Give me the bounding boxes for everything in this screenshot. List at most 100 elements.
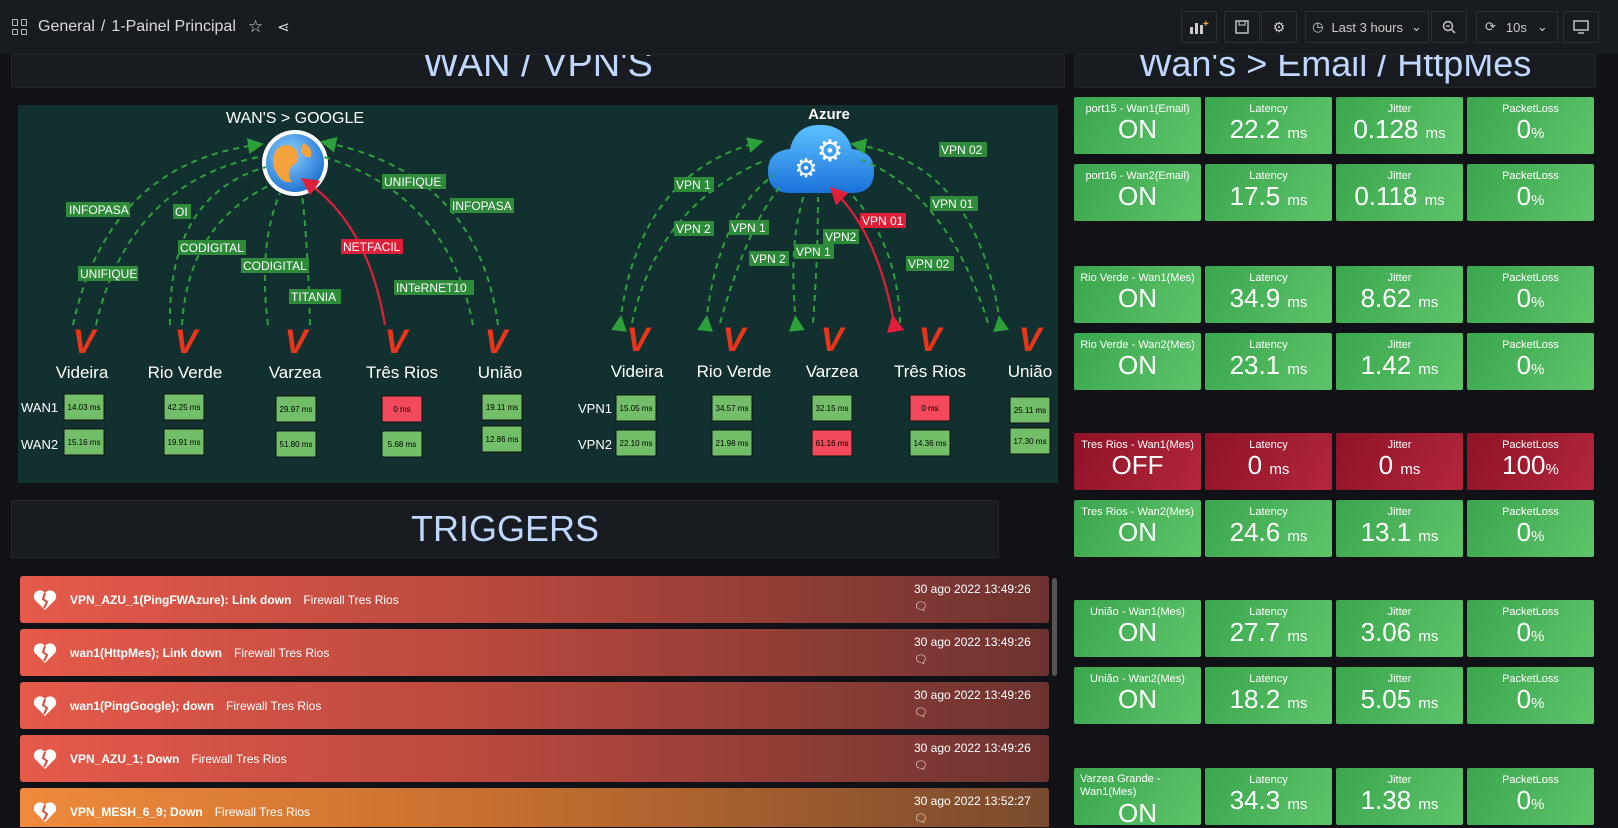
azure-cloud-icon: ⚙ ⚙ bbox=[768, 124, 874, 193]
ms-unit: ms bbox=[1287, 125, 1308, 142]
stat-status: ON bbox=[1118, 350, 1157, 380]
comment-icon[interactable]: 🗨 bbox=[914, 600, 1037, 613]
star-icon[interactable]: ☆ bbox=[248, 17, 263, 37]
latency-value: 0 bbox=[1247, 450, 1263, 480]
google-title: WAN'S > GOOGLE bbox=[226, 110, 364, 127]
status-card: Varzea Grande - Wan1(Mes) ON bbox=[1074, 768, 1201, 827]
trigger-host: Firewall Tres Rios bbox=[191, 751, 287, 766]
svg-text:+: + bbox=[1203, 19, 1209, 30]
vpn1-value: 25.11 ms bbox=[1014, 406, 1046, 415]
svg-text:⚙: ⚙ bbox=[817, 135, 844, 168]
wan-link-label-alarm: NETFACIL bbox=[343, 240, 401, 254]
svg-text:⚙: ⚙ bbox=[794, 153, 817, 183]
wan1-value-alarm: 0 ms bbox=[393, 405, 410, 414]
jitter-card: Jitter 1.42 ms bbox=[1336, 333, 1463, 390]
latency-value: 23.1 bbox=[1229, 350, 1281, 380]
site-name: Varzea bbox=[806, 362, 859, 381]
comment-icon[interactable]: 🗨 bbox=[914, 653, 1037, 666]
trigger-host: Firewall Tres Rios bbox=[234, 645, 330, 660]
breadcrumb-folder[interactable]: General bbox=[38, 18, 95, 36]
vpn-link-label: VPN 1 bbox=[676, 178, 711, 192]
wan-vpn-header: WAN / VPN'S bbox=[11, 54, 1065, 88]
broken-heart-icon bbox=[33, 642, 57, 663]
trigger-item[interactable]: VPN_MESH_6_9; Down Firewall Tres Rios 30 a… bbox=[20, 788, 1049, 827]
percent-unit: % bbox=[1531, 628, 1545, 645]
percent-unit: % bbox=[1531, 125, 1545, 142]
site-name: Videira bbox=[611, 362, 664, 381]
ms-unit: ms bbox=[1269, 461, 1290, 478]
wan-vpn-title: WAN / VPN'S bbox=[423, 54, 653, 85]
latency-value: 24.6 bbox=[1229, 517, 1281, 547]
refresh-picker[interactable]: ⟳ 10s ⌄ bbox=[1476, 11, 1558, 43]
wan-link-label: CODIGITAL bbox=[180, 241, 244, 255]
ms-unit: ms bbox=[1424, 192, 1445, 209]
ms-unit: ms bbox=[1400, 461, 1421, 478]
wan-link-label: TITANIA bbox=[291, 290, 336, 304]
percent-unit: % bbox=[1531, 192, 1545, 209]
jitter-card: Jitter 13.1 ms bbox=[1336, 500, 1463, 557]
status-card: Tres Rios - Wan2(Mes) ON bbox=[1074, 500, 1201, 557]
trigger-host: Firewall Tres Rios bbox=[214, 804, 311, 819]
trigger-name: wan1(PingGoogle); down bbox=[70, 698, 214, 713]
percent-unit: % bbox=[1531, 294, 1545, 311]
refresh-icon[interactable]: ⟳ bbox=[1485, 19, 1496, 35]
zoom-out-icon[interactable] bbox=[1431, 11, 1467, 43]
wan-link-label: UNIFIQUE bbox=[384, 175, 441, 189]
vpn-link-label: VPN 1 bbox=[796, 245, 831, 259]
packetloss-value: 0 bbox=[1516, 181, 1532, 211]
trigger-host: Firewall Tres Rios bbox=[303, 592, 399, 607]
packetloss-value: 0 bbox=[1516, 785, 1532, 815]
comment-icon[interactable]: 🗨 bbox=[914, 812, 1037, 825]
vpn-link-label: VPN 02 bbox=[908, 257, 950, 271]
latency-card: Latency 18.2 ms bbox=[1205, 667, 1332, 724]
ms-unit: ms bbox=[1418, 695, 1439, 712]
comment-icon[interactable]: 🗨 bbox=[914, 706, 1037, 719]
vpn-link-label: VPN 1 bbox=[731, 221, 766, 235]
status-card: port16 - Wan2(Email) ON bbox=[1074, 164, 1201, 221]
vpn2-value: 21.98 ms bbox=[716, 439, 749, 448]
site-logo-icon: V bbox=[175, 323, 201, 361]
latency-value: 27.7 bbox=[1229, 617, 1281, 647]
stat-status: ON bbox=[1118, 684, 1157, 714]
trigger-name: VPN_AZU_1(PingFWAzure): Link down bbox=[70, 592, 292, 607]
wan-link-label: INFOPASA bbox=[452, 199, 512, 213]
vpn1-value: 34.57 ms bbox=[716, 404, 749, 413]
wan1-value: 29.97 ms bbox=[280, 405, 313, 414]
wan-link-label: INFOPASA bbox=[69, 203, 129, 217]
time-range-picker[interactable]: ◷ Last 3 hours ⌄ bbox=[1305, 11, 1429, 43]
trigger-item[interactable]: wan1(PingGoogle); down Firewall Tres Rios… bbox=[20, 682, 1049, 729]
wans-email-title: Wan's > Email / HttpMes bbox=[1138, 54, 1532, 84]
add-panel-icon[interactable]: + bbox=[1181, 11, 1217, 43]
jitter-value: 0 bbox=[1378, 450, 1394, 480]
jitter-value: 5.05 bbox=[1360, 684, 1412, 714]
trigger-item[interactable]: wan1(HttpMes); Link down Firewall Tres Ri… bbox=[20, 629, 1049, 676]
trigger-scrollbar[interactable] bbox=[1052, 578, 1057, 676]
trigger-name: wan1(HttpMes); Link down bbox=[70, 645, 222, 660]
tv-mode-icon[interactable] bbox=[1563, 11, 1599, 43]
percent-unit: % bbox=[1531, 796, 1545, 813]
wan2-value: 19.91 ms bbox=[168, 438, 201, 447]
trigger-item[interactable]: VPN_AZU_1; Down Firewall Tres Rios 30 ago … bbox=[20, 735, 1049, 782]
breadcrumb-dashboard[interactable]: 1-Painel Principal bbox=[111, 18, 236, 36]
packetloss-value: 0 bbox=[1516, 350, 1532, 380]
save-icon[interactable] bbox=[1224, 11, 1260, 43]
latency-card: Latency 23.1 ms bbox=[1205, 333, 1332, 390]
trigger-time: 30 ago 2022 13:49:26 bbox=[914, 582, 1031, 596]
status-card: Rio Verde - Wan2(Mes) ON bbox=[1074, 333, 1201, 390]
dashboards-grid-icon[interactable] bbox=[12, 19, 28, 35]
site-logo-icon: V bbox=[385, 323, 411, 361]
jitter-value: 0.118 bbox=[1354, 181, 1418, 211]
wan2-value: 12.86 ms bbox=[486, 435, 519, 444]
wan1-value: 14.03 ms bbox=[68, 403, 101, 412]
trigger-item[interactable]: VPN_AZU_1(PingFWAzure): Link down Firewal… bbox=[20, 576, 1049, 623]
share-icon[interactable]: ⋖ bbox=[277, 18, 290, 36]
broken-heart-icon bbox=[33, 589, 57, 610]
broken-heart-icon bbox=[33, 801, 57, 822]
site-logo-icon: V bbox=[485, 323, 511, 361]
comment-icon[interactable]: 🗨 bbox=[914, 759, 1037, 772]
site-name: Varzea bbox=[269, 363, 322, 382]
site-logo-icon: V bbox=[627, 321, 653, 359]
settings-gear-icon[interactable]: ⚙ bbox=[1261, 11, 1297, 43]
packetloss-value: 100 bbox=[1502, 450, 1546, 480]
site-logo-icon: V bbox=[723, 321, 749, 359]
